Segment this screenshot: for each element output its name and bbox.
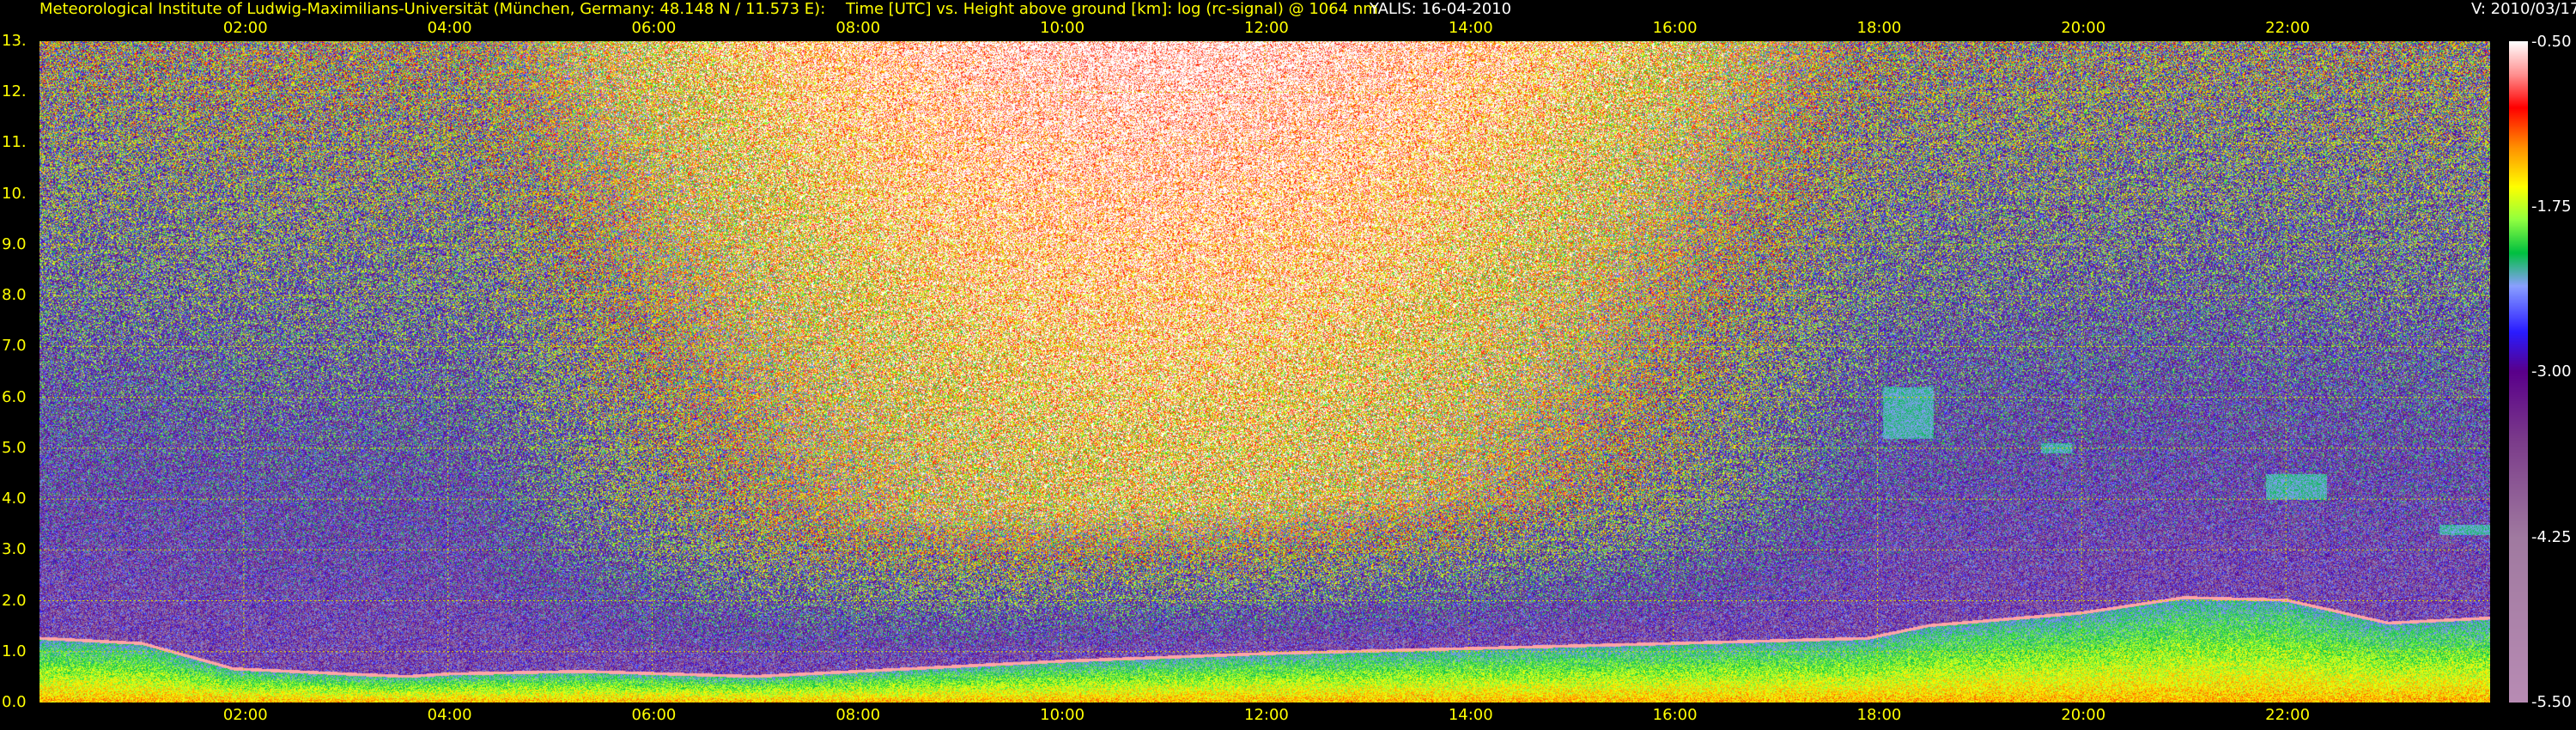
y-tick-label: 5.0 (2, 438, 27, 457)
colorbar-tick-label: -5.50 (2531, 693, 2572, 711)
y-tick-label: 9.0 (2, 234, 27, 253)
x-tick-label: 04:00 (427, 706, 472, 724)
institute-label: Meteorological Institute of Ludwig-Maxim… (39, 0, 826, 18)
version-label: V: 2010/03/17 (2471, 0, 2576, 18)
x-tick-label: 06:00 (631, 19, 677, 37)
x-tick-label: 08:00 (835, 19, 881, 37)
colorbar-tick-label: -0.50 (2531, 33, 2572, 51)
plot-title: Time [UTC] vs. Height above ground [km]:… (846, 0, 1378, 18)
y-tick-label: 0.0 (2, 693, 27, 711)
y-tick-label: 3.0 (2, 540, 27, 559)
x-tick-label: 14:00 (1448, 706, 1493, 724)
x-tick-label: 08:00 (835, 706, 881, 724)
x-tick-label: 22:00 (2265, 706, 2311, 724)
y-tick-label: 7.0 (2, 337, 27, 356)
x-tick-label: 20:00 (2061, 706, 2106, 724)
y-tick-label: 10. (2, 184, 27, 203)
instrument-date-label: YALIS: 16-04-2010 (1370, 0, 1512, 18)
y-tick-label: 6.0 (2, 387, 27, 406)
chart-grid (39, 41, 2490, 703)
x-tick-label: 02:00 (222, 19, 268, 37)
colorbar-tick-label: -4.25 (2531, 527, 2572, 546)
x-tick-label: 18:00 (1856, 706, 1902, 724)
x-tick-label: 14:00 (1448, 19, 1493, 37)
y-tick-label: 13. (2, 32, 27, 50)
y-tick-label: 11. (2, 133, 27, 152)
y-tick-label: 1.0 (2, 642, 27, 660)
y-tick-label: 4.0 (2, 490, 27, 508)
x-tick-label: 10:00 (1040, 19, 1085, 37)
colorbar (2509, 41, 2528, 703)
x-tick-label: 10:00 (1040, 706, 1085, 724)
x-tick-label: 22:00 (2265, 19, 2311, 37)
x-tick-label: 12:00 (1244, 19, 1289, 37)
x-tick-label: 16:00 (1652, 19, 1698, 37)
colorbar-tick-label: -1.75 (2531, 197, 2572, 216)
y-tick-label: 2.0 (2, 591, 27, 610)
x-tick-label: 18:00 (1856, 19, 1902, 37)
x-tick-label: 20:00 (2061, 19, 2106, 37)
x-tick-label: 12:00 (1244, 706, 1289, 724)
x-tick-label: 06:00 (631, 706, 677, 724)
y-tick-label: 12. (2, 82, 27, 101)
x-tick-label: 16:00 (1652, 706, 1698, 724)
y-tick-label: 8.0 (2, 286, 27, 305)
x-tick-label: 04:00 (427, 19, 472, 37)
colorbar-tick-label: -3.00 (2531, 362, 2572, 380)
x-tick-label: 02:00 (222, 706, 268, 724)
